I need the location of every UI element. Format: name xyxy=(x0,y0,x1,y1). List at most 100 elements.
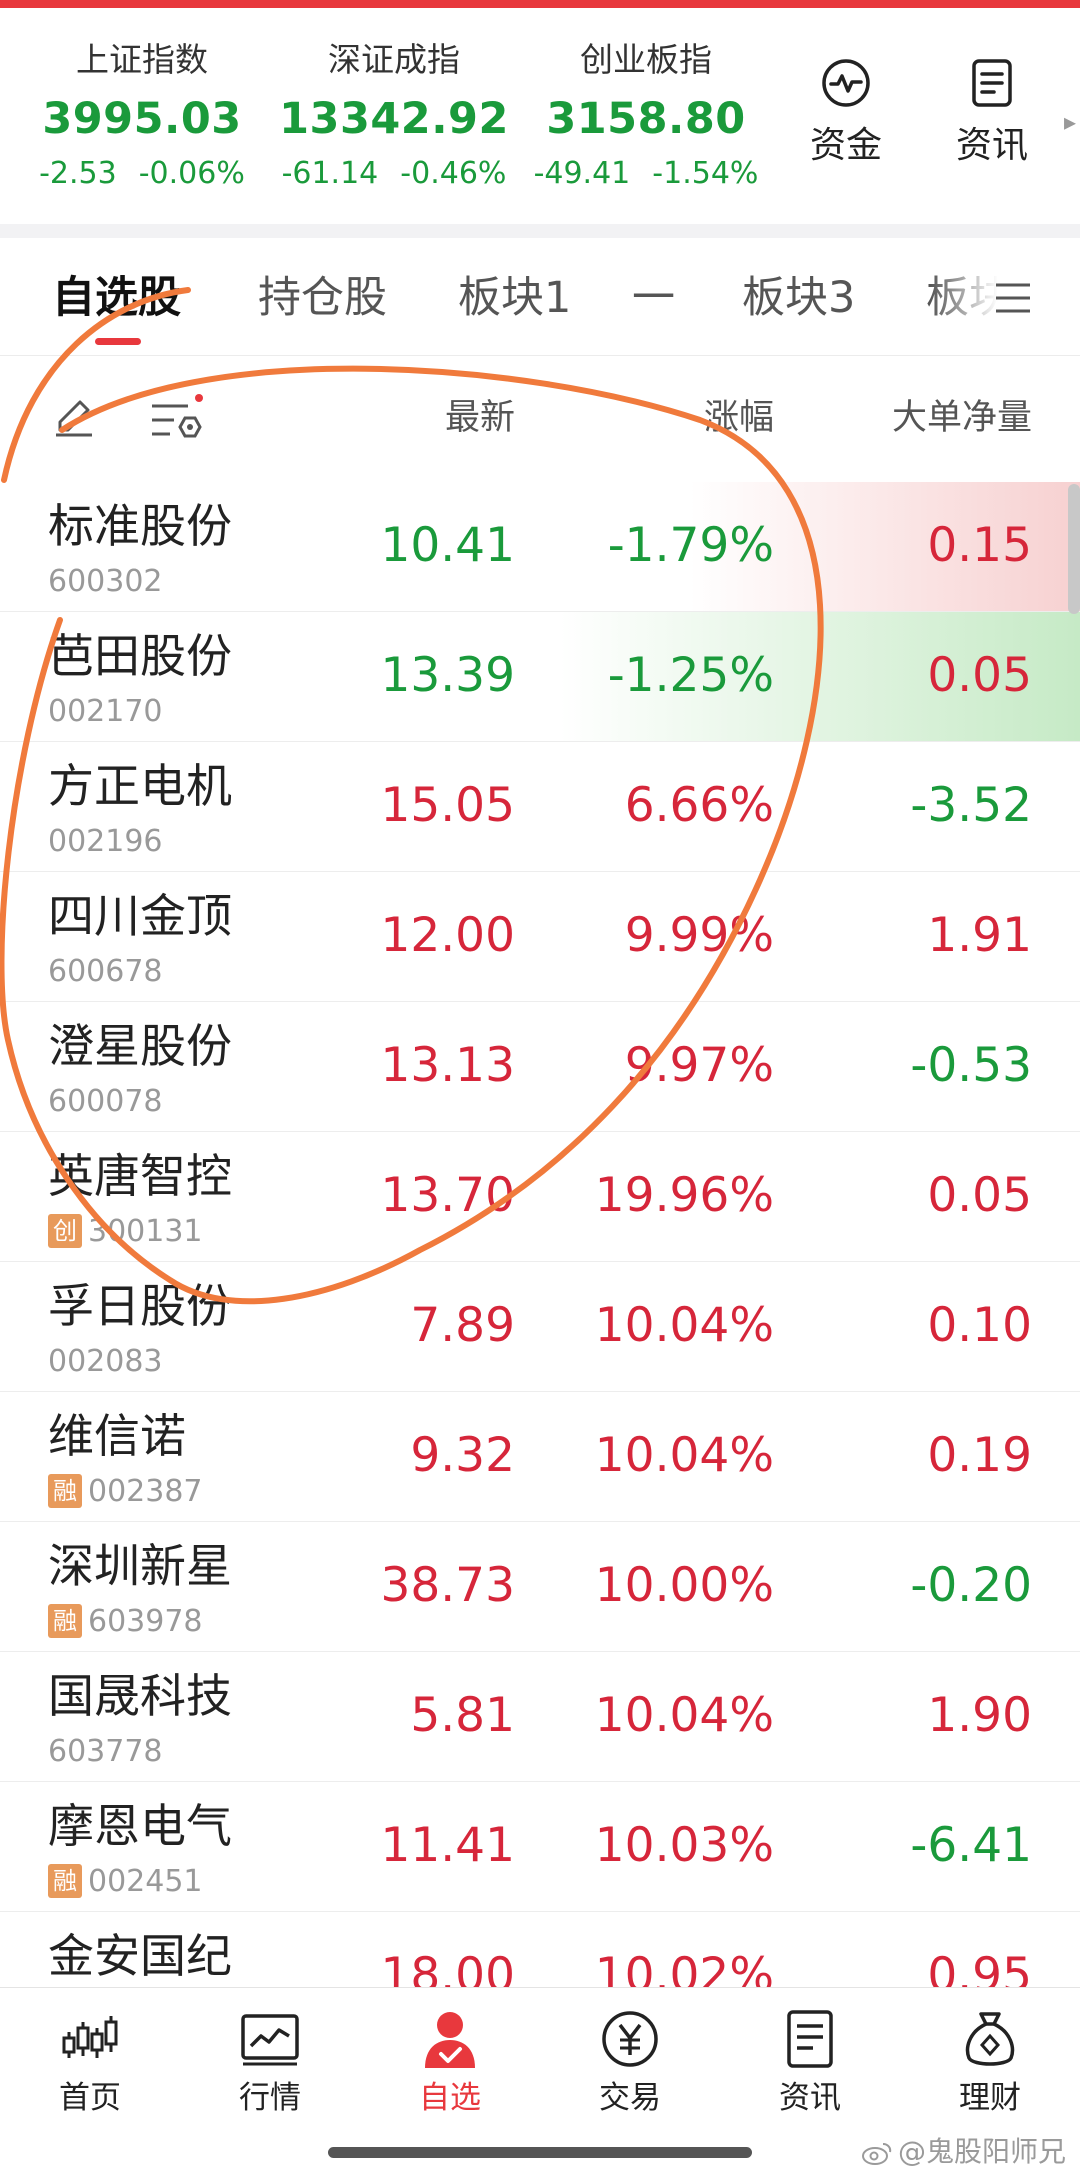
stock-row[interactable]: 维信诺融 002387 9.32 10.04% 0.19 xyxy=(0,1392,1080,1522)
stock-net-flow: -0.20 xyxy=(910,1558,1032,1613)
tab-separator[interactable]: 一 xyxy=(632,270,675,326)
index-shenzhen[interactable]: 深证成指 13342.92 -61.14 -0.46% xyxy=(264,38,524,196)
column-latest[interactable]: 最新 xyxy=(445,396,515,440)
column-net-flow[interactable]: 大单净量 xyxy=(892,396,1032,440)
stock-net-flow: 0.15 xyxy=(927,518,1032,573)
index-name: 上证指数 xyxy=(76,40,208,79)
nav-label: 行情 xyxy=(239,2080,301,2116)
stock-row[interactable]: 澄星股份 600078 13.13 9.97% -0.53 xyxy=(0,1002,1080,1132)
scrollbar-thumb[interactable] xyxy=(1068,484,1080,614)
stock-row[interactable]: 方正电机 002196 15.05 6.66% -3.52 xyxy=(0,742,1080,872)
stock-change-pct: -1.25% xyxy=(607,648,774,703)
sort-settings-icon[interactable] xyxy=(148,392,204,444)
index-change: -2.53 -0.06% xyxy=(12,152,272,196)
nav-trade[interactable]: 交易 xyxy=(560,2008,700,2118)
stock-code: 300131 xyxy=(88,1214,203,1249)
index-chinext[interactable]: 创业板指 3158.80 -49.41 -1.54% xyxy=(516,38,776,196)
nav-wealth[interactable]: 理财 xyxy=(920,2008,1060,2118)
nav-label: 交易 xyxy=(599,2080,661,2116)
stock-name: 标准股份 xyxy=(48,499,232,553)
stock-code-line: 融 002387 xyxy=(48,1474,203,1510)
nav-label: 自选 xyxy=(419,2080,481,2116)
stock-tag-badge: 融 xyxy=(48,1604,82,1638)
index-change: -61.14 -0.46% xyxy=(264,152,524,196)
index-value: 13342.92 xyxy=(279,94,509,144)
stock-change-pct: 9.97% xyxy=(624,1038,774,1093)
index-change-pct: -0.06% xyxy=(138,156,245,191)
edit-icon[interactable] xyxy=(52,394,96,438)
stock-row[interactable]: 英唐智控创 300131 13.70 19.96% 0.05 xyxy=(0,1132,1080,1262)
nav-label: 首页 xyxy=(59,2080,121,2116)
document-icon xyxy=(972,59,1012,107)
stock-name: 方正电机 xyxy=(48,759,232,813)
stock-net-flow: 0.05 xyxy=(927,648,1032,703)
stock-change-pct: 10.04% xyxy=(594,1298,774,1353)
stock-row[interactable]: 芭田股份 002170 13.39 -1.25% 0.05 xyxy=(0,612,1080,742)
stock-row[interactable]: 四川金顶 600678 12.00 9.99% 1.91 xyxy=(0,872,1080,1002)
stock-code-line: 002083 xyxy=(48,1344,163,1380)
stock-row[interactable]: 深圳新星融 603978 38.73 10.00% -0.20 xyxy=(0,1522,1080,1652)
stock-price: 18.00 xyxy=(380,1948,515,1987)
stock-net-flow: 1.90 xyxy=(927,1688,1032,1743)
weibo-logo-icon xyxy=(861,2143,892,2165)
stock-change-pct: 10.00% xyxy=(594,1558,774,1613)
tab-watchlist[interactable]: 自选股 xyxy=(52,270,181,326)
stock-change-pct: 9.99% xyxy=(624,908,774,963)
column-header: 最新 涨幅 大单净量 xyxy=(0,356,1080,482)
nav-label: 理财 xyxy=(959,2080,1021,2116)
stock-code: 002170 xyxy=(48,694,163,729)
stock-name: 国晟科技 xyxy=(48,1669,232,1723)
stock-row[interactable]: 标准股份 600302 10.41 -1.79% 0.15 xyxy=(0,482,1080,612)
stock-code-line: 603778 xyxy=(48,1734,163,1770)
stock-code: 002451 xyxy=(88,1864,203,1899)
stock-code: 603778 xyxy=(48,1734,163,1769)
stock-code: 002196 xyxy=(48,824,163,859)
stock-code: 600078 xyxy=(48,1084,163,1119)
tab-sector-1[interactable]: 板块1 xyxy=(458,270,571,326)
stock-name: 四川金顶 xyxy=(48,889,232,943)
stock-change-pct: -1.79% xyxy=(607,518,774,573)
stock-price: 38.73 xyxy=(380,1558,515,1613)
index-shanghai[interactable]: 上证指数 3995.03 -2.53 -0.06% xyxy=(12,38,272,196)
stock-price: 13.70 xyxy=(380,1168,515,1223)
stock-net-flow: 0.95 xyxy=(927,1948,1032,1987)
stock-row[interactable]: 孚日股份 002083 7.89 10.04% 0.10 xyxy=(0,1262,1080,1392)
index-name: 深证成指 xyxy=(328,40,460,79)
news-button[interactable]: 资讯 xyxy=(932,56,1052,168)
stock-code: 603978 xyxy=(88,1604,203,1639)
active-tab-indicator xyxy=(95,338,141,345)
stock-name: 摩恩电气 xyxy=(48,1799,232,1853)
index-value: 3158.80 xyxy=(546,94,746,144)
person-check-icon xyxy=(425,2012,475,2068)
stock-list[interactable]: 标准股份 600302 10.41 -1.79% 0.15 芭田股份 002170 13.39… xyxy=(0,482,1080,1987)
nav-market[interactable]: 行情 xyxy=(200,2008,340,2118)
tab-sector-3[interactable]: 板块3 xyxy=(742,270,855,326)
chart-window-icon xyxy=(241,2014,299,2066)
stock-code-line: 融 002451 xyxy=(48,1864,203,1900)
stock-net-flow: -0.53 xyxy=(910,1038,1032,1093)
capital-button[interactable]: 资金 xyxy=(786,56,906,168)
section-divider xyxy=(0,224,1080,238)
menu-icon[interactable] xyxy=(994,280,1032,316)
stock-net-flow: 0.10 xyxy=(927,1298,1032,1353)
stock-name: 孚日股份 xyxy=(48,1279,232,1333)
home-indicator[interactable] xyxy=(328,2147,752,2158)
stock-change-pct: 10.04% xyxy=(594,1688,774,1743)
nav-news[interactable]: 资讯 xyxy=(740,2008,880,2118)
stock-code-line: 创 300131 xyxy=(48,1214,203,1250)
news-icon xyxy=(787,2010,833,2068)
stock-price: 11.41 xyxy=(380,1818,515,1873)
tab-holdings[interactable]: 持仓股 xyxy=(258,270,387,326)
stock-price: 13.39 xyxy=(380,648,515,703)
chevron-right-icon[interactable]: ▸ xyxy=(1064,108,1076,136)
stock-row[interactable]: 国晟科技 603778 5.81 10.04% 1.90 xyxy=(0,1652,1080,1782)
column-change[interactable]: 涨幅 xyxy=(704,396,774,440)
stock-change-pct: 6.66% xyxy=(624,778,774,833)
stock-row[interactable]: 摩恩电气融 002451 11.41 10.03% -6.41 xyxy=(0,1782,1080,1912)
stock-code: 002083 xyxy=(48,1344,163,1379)
stock-code-line: 002196 xyxy=(48,824,163,860)
nav-home[interactable]: 首页 xyxy=(20,2008,160,2118)
stock-row[interactable]: 金安国纪 18.00 10.02% 0.95 xyxy=(0,1912,1080,1987)
nav-watchlist[interactable]: 自选 xyxy=(380,2008,520,2118)
stock-net-flow: -6.41 xyxy=(910,1818,1032,1873)
